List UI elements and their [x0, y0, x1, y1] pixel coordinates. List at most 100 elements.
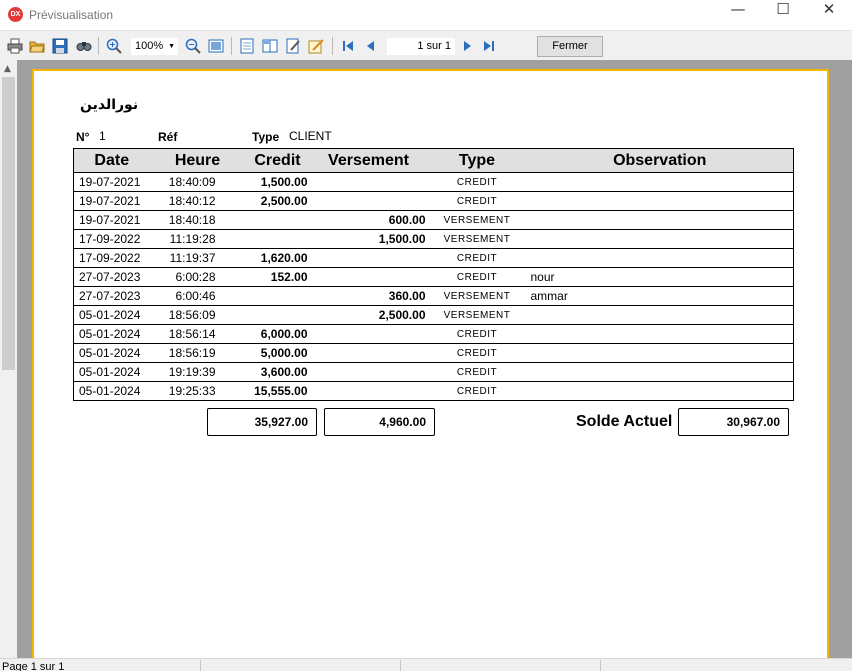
cell-type: CREDIT — [427, 191, 527, 211]
cell-versement — [309, 248, 428, 268]
cell-observation — [526, 248, 794, 268]
table-body: 19-07-2021 18:40:09 1,500.00 CREDIT 19-07-20… — [73, 172, 794, 401]
last-page-icon[interactable] — [481, 38, 497, 54]
cell-observation — [526, 210, 794, 230]
open-folder-icon[interactable] — [29, 38, 45, 54]
cell-date: 05-01-2024 — [73, 362, 150, 382]
preview-area: ▲ نورالدين N° 1 Réf Type CLIENT Date Heur… — [0, 60, 852, 658]
full-page-icon[interactable] — [208, 38, 224, 54]
cell-date: 19-07-2021 — [73, 191, 150, 211]
cell-type: CREDIT — [427, 324, 527, 344]
zoom-select[interactable]: 100% ▼ — [131, 38, 178, 55]
cell-versement: 600.00 — [309, 210, 428, 230]
cell-date: 17-09-2022 — [73, 229, 150, 249]
cell-heure: 11:19:28 — [149, 229, 246, 249]
cell-versement — [309, 267, 428, 287]
zoom-value: 100% — [135, 40, 164, 52]
minimize-button[interactable]: — — [715, 0, 761, 30]
cell-credit — [245, 229, 310, 249]
cell-heure: 18:56:14 — [149, 324, 246, 344]
column-header-heure: Heure — [149, 148, 246, 173]
vertical-scrollbar[interactable]: ▲ — [0, 60, 17, 658]
current-balance-label: Solde Actuel — [576, 413, 673, 430]
first-page-icon[interactable] — [340, 38, 356, 54]
cell-credit — [245, 305, 310, 325]
status-separator — [200, 660, 201, 671]
close-window-button[interactable]: ✕ — [806, 0, 852, 30]
type-label: Type — [252, 130, 280, 144]
status-page-text: Page 1 sur 1 — [2, 661, 65, 671]
column-header-versement: Versement — [309, 148, 428, 173]
table-row: 05-01-2024 18:56:19 5,000.00 CREDIT — [73, 343, 794, 363]
current-balance-box: 30,967.00 — [678, 408, 789, 436]
cell-heure: 18:56:19 — [149, 343, 246, 363]
zoom-out-icon[interactable] — [185, 38, 201, 54]
status-separator — [600, 660, 601, 671]
cell-versement — [309, 191, 428, 211]
scrollbar-thumb[interactable] — [2, 77, 15, 370]
window-title: Prévisualisation — [29, 8, 114, 22]
toolbar: 100% ▼ 1 sur 1 Fermer — [0, 30, 852, 60]
cell-versement: 360.00 — [309, 286, 428, 306]
cell-heure: 18:56:09 — [149, 305, 246, 325]
cell-date: 27-07-2023 — [73, 286, 150, 306]
cell-type: VERSEMENT — [427, 286, 527, 306]
two-pages-icon[interactable] — [262, 38, 278, 54]
next-page-icon[interactable] — [459, 38, 475, 54]
cell-heure: 19:19:39 — [149, 362, 246, 382]
toolbar-separator — [332, 37, 333, 55]
column-header-date: Date — [73, 148, 150, 173]
cell-observation — [526, 229, 794, 249]
table-row: 19-07-2021 18:40:12 2,500.00 CREDIT — [73, 191, 794, 211]
cell-type: VERSEMENT — [427, 305, 527, 325]
cell-type: CREDIT — [427, 267, 527, 287]
table-row: 27-07-2023 6:00:28 152.00 CREDIT nour — [73, 267, 794, 287]
edit-icon[interactable] — [285, 38, 301, 54]
cell-heure: 6:00:46 — [149, 286, 246, 306]
cell-versement — [309, 381, 428, 401]
scroll-up-icon[interactable]: ▲ — [4, 64, 11, 74]
prev-page-icon[interactable] — [363, 38, 379, 54]
cell-date: 05-01-2024 — [73, 324, 150, 344]
column-header-observation: Observation — [526, 148, 794, 173]
number-label: N° — [76, 130, 90, 144]
cell-credit: 2,500.00 — [245, 191, 310, 211]
close-preview-button[interactable]: Fermer — [537, 36, 603, 57]
cell-observation: ammar — [526, 286, 794, 306]
save-icon[interactable] — [52, 38, 68, 54]
cell-date: 05-01-2024 — [73, 381, 150, 401]
page-indicator-field[interactable]: 1 sur 1 — [387, 38, 455, 55]
notes-icon[interactable] — [308, 38, 324, 54]
cell-credit: 1,500.00 — [245, 172, 310, 192]
cell-versement — [309, 172, 428, 192]
cell-date: 17-09-2022 — [73, 248, 150, 268]
table-row: 05-01-2024 18:56:09 2,500.00 VERSEMENT — [73, 305, 794, 325]
maximize-button[interactable]: ☐ — [760, 0, 806, 30]
cell-versement — [309, 362, 428, 382]
single-page-icon[interactable] — [239, 38, 255, 54]
total-credit-box: 35,927.00 — [207, 408, 317, 436]
cell-observation: nour — [526, 267, 794, 287]
zoom-in-icon[interactable] — [106, 38, 122, 54]
cell-credit: 6,000.00 — [245, 324, 310, 344]
toolbar-separator — [98, 37, 99, 55]
client-name: نورالدين — [80, 97, 139, 113]
app-logo-icon: DX — [8, 7, 23, 22]
table-header-row: Date Heure Credit Versement Type Observation — [73, 148, 794, 173]
find-icon[interactable] — [76, 38, 92, 54]
cell-heure: 6:00:28 — [149, 267, 246, 287]
print-icon[interactable] — [7, 38, 23, 54]
table-row: 05-01-2024 19:25:33 15,555.00 CREDIT — [73, 381, 794, 401]
table-row: 19-07-2021 18:40:09 1,500.00 CREDIT — [73, 172, 794, 192]
cell-credit — [245, 210, 310, 230]
status-bar: Page 1 sur 1 — [0, 658, 852, 671]
cell-heure: 18:40:12 — [149, 191, 246, 211]
cell-type: CREDIT — [427, 362, 527, 382]
cell-credit: 3,600.00 — [245, 362, 310, 382]
table-row: 27-07-2023 6:00:46 360.00 VERSEMENT ammar — [73, 286, 794, 306]
cell-date: 05-01-2024 — [73, 305, 150, 325]
cell-credit: 152.00 — [245, 267, 310, 287]
report-page: نورالدين N° 1 Réf Type CLIENT Date Heure C… — [32, 69, 829, 658]
preview-window: DX Prévisualisation — ☐ ✕ 100% ▼ 1 sur 1… — [0, 0, 852, 671]
cell-type: VERSEMENT — [427, 210, 527, 230]
